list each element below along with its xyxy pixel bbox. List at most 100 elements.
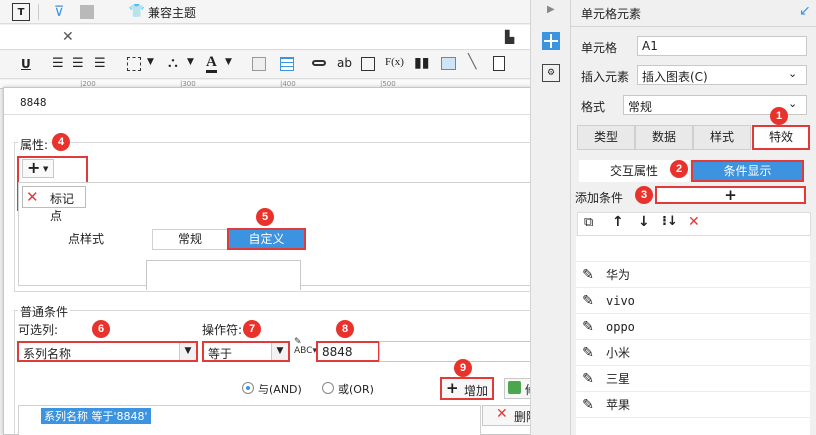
list-item[interactable]: ✎ 8848 (576, 236, 810, 262)
picture-icon[interactable] (441, 57, 456, 70)
selectable-label: 可选列: (18, 323, 59, 337)
close-tab-icon[interactable]: ✕ (62, 29, 74, 45)
table-icon[interactable] (280, 57, 294, 71)
tab-style[interactable]: 样式 (693, 125, 751, 150)
text-format-icon[interactable]: T (12, 3, 30, 21)
add-attribute-dropdown[interactable]: + ▼ (22, 158, 54, 178)
tab-data[interactable]: 数据 (635, 125, 693, 150)
chevron-down-icon[interactable]: ▼ (225, 57, 232, 67)
and-radio[interactable] (242, 382, 254, 394)
value-input[interactable]: 8848 (316, 341, 380, 362)
list-item-label: 小米 (606, 346, 631, 360)
tab-type[interactable]: 类型 (577, 125, 635, 150)
align-center-icon[interactable]: ☰ (72, 56, 84, 71)
sort-icon[interactable]: ⁝↓ (662, 214, 678, 229)
pencil-icon: ✎ (582, 344, 594, 361)
cell-style-icon[interactable] (252, 57, 266, 71)
list-item[interactable]: ✎ vivo (576, 288, 810, 314)
add-condition-button[interactable]: + 增加 (440, 377, 494, 400)
cell-attr-icon[interactable]: ⚙ (542, 64, 560, 82)
list-item[interactable]: ✎ 苹果 (576, 392, 810, 418)
marker-item[interactable]: ✕ 标记点 (22, 186, 86, 223)
value-type-icon[interactable]: ✎ ABC▾ (294, 338, 317, 356)
align-left-icon[interactable]: ☰ (52, 56, 64, 71)
point-style-preview (146, 260, 301, 290)
pencil-icon: ✎ (582, 370, 594, 387)
border-icon[interactable] (127, 57, 141, 71)
point-style-custom[interactable]: 自定义 (227, 228, 306, 250)
move-up-icon[interactable]: ↑ (612, 214, 624, 230)
annotation-badge: 2 (670, 160, 688, 178)
annotation-badge: 8 (336, 320, 354, 338)
font-color-icon[interactable]: A (206, 54, 217, 73)
doc-tab-bar: ✕ ▙ (0, 25, 540, 50)
subreport-icon[interactable] (493, 56, 505, 71)
cell-label: 单元格 (581, 41, 618, 55)
chevron-down-icon[interactable]: ▼ (179, 343, 196, 360)
right-panel-title: 单元格元素 (581, 7, 642, 21)
value-input-text: 8848 (322, 345, 353, 359)
annotation-badge: 6 (92, 320, 110, 338)
annotation-badge: 1 (770, 107, 788, 125)
collapse-icon[interactable]: ▶ (547, 4, 555, 15)
delete-icon[interactable]: ✕ (688, 214, 700, 230)
selectable-value: 系列名称 (23, 347, 72, 361)
annotation-badge: 9 (454, 359, 472, 377)
pin-icon[interactable]: ↙ (799, 3, 811, 19)
radio-dot (246, 386, 250, 390)
value-input-extension[interactable] (379, 341, 555, 362)
subtab-condition-display[interactable]: 条件显示 (691, 160, 804, 182)
condition-list: 系列名称 等于'8848' (18, 405, 481, 435)
formula-icon[interactable]: F(x) (385, 56, 404, 68)
top-toolbar: T ⊽ 👕 兼容主题 (0, 0, 540, 24)
annotation-badge: 5 (256, 208, 274, 226)
theme-button[interactable]: 兼容主题 (148, 4, 196, 21)
slash-icon[interactable]: ╲ (468, 54, 476, 70)
add-plus: + (27, 158, 41, 177)
align-right-icon[interactable]: ☰ (94, 56, 106, 71)
list-item[interactable]: ✎ oppo (576, 314, 810, 340)
point-style-normal[interactable]: 常规 (152, 229, 228, 250)
delete-icon[interactable]: ✕ (26, 188, 39, 206)
chevron-down-icon[interactable]: ▼ (187, 57, 194, 67)
add-condition-label: 添加条件 (575, 191, 624, 205)
operator-select[interactable]: 等于 ▼ (202, 341, 290, 362)
pencil-icon: ✎ (582, 292, 594, 309)
chevron-down-icon[interactable]: ⌄ (788, 67, 797, 80)
list-item[interactable]: ✎ 三星 (576, 366, 810, 392)
insert-select[interactable]: 插入图表(C) ⌄ (637, 65, 807, 85)
filter-icon[interactable]: ⊽ (50, 3, 68, 21)
list-item-label: 三星 (606, 372, 631, 386)
cell-input[interactable]: A1 (637, 36, 807, 56)
or-radio[interactable] (322, 382, 334, 394)
link-icon[interactable] (312, 60, 326, 66)
chevron-down-icon[interactable]: ▼ (271, 343, 288, 360)
move-down-icon[interactable]: ↓ (638, 214, 650, 230)
selectable-select[interactable]: 系列名称 ▼ (17, 341, 198, 362)
chevron-down-icon[interactable]: ▼ (147, 57, 154, 67)
list-item-label: 8848 (606, 241, 635, 256)
rich-text-icon[interactable] (361, 57, 375, 71)
underline-button[interactable]: U (21, 57, 31, 71)
pencil-icon: ✎ (582, 396, 594, 413)
tab-menu-icon[interactable]: ▙ (505, 30, 514, 44)
chevron-down-icon: ▼ (43, 165, 49, 173)
tab-effects[interactable]: 特效 (752, 125, 810, 150)
list-item[interactable]: ✎ 小米 (576, 340, 810, 366)
list-item[interactable]: ✎ 华为 (576, 262, 810, 288)
text-icon[interactable]: ab (337, 56, 352, 70)
divider (38, 4, 39, 20)
cell-element-icon[interactable] (542, 32, 560, 50)
fill-color-icon[interactable]: ⛬ (168, 55, 178, 71)
image-icon[interactable] (80, 5, 94, 19)
insert-value: 插入图表(C) (642, 70, 708, 84)
annotation-badge: 4 (52, 133, 70, 151)
copy-icon[interactable]: ⧉ (584, 215, 593, 230)
add-condition-label: 增加 (464, 384, 489, 398)
condition-item[interactable]: 系列名称 等于'8848' (41, 408, 151, 424)
add-condition-plus-button[interactable]: + (655, 186, 806, 204)
list-toolbar: ⧉ ↑ ↓ ⁝↓ ✕ (577, 212, 811, 236)
chevron-down-icon[interactable]: ⌄ (788, 97, 797, 110)
shirt-icon[interactable]: 👕 (128, 2, 146, 20)
chart-icon[interactable]: ▮▮ (414, 55, 429, 71)
